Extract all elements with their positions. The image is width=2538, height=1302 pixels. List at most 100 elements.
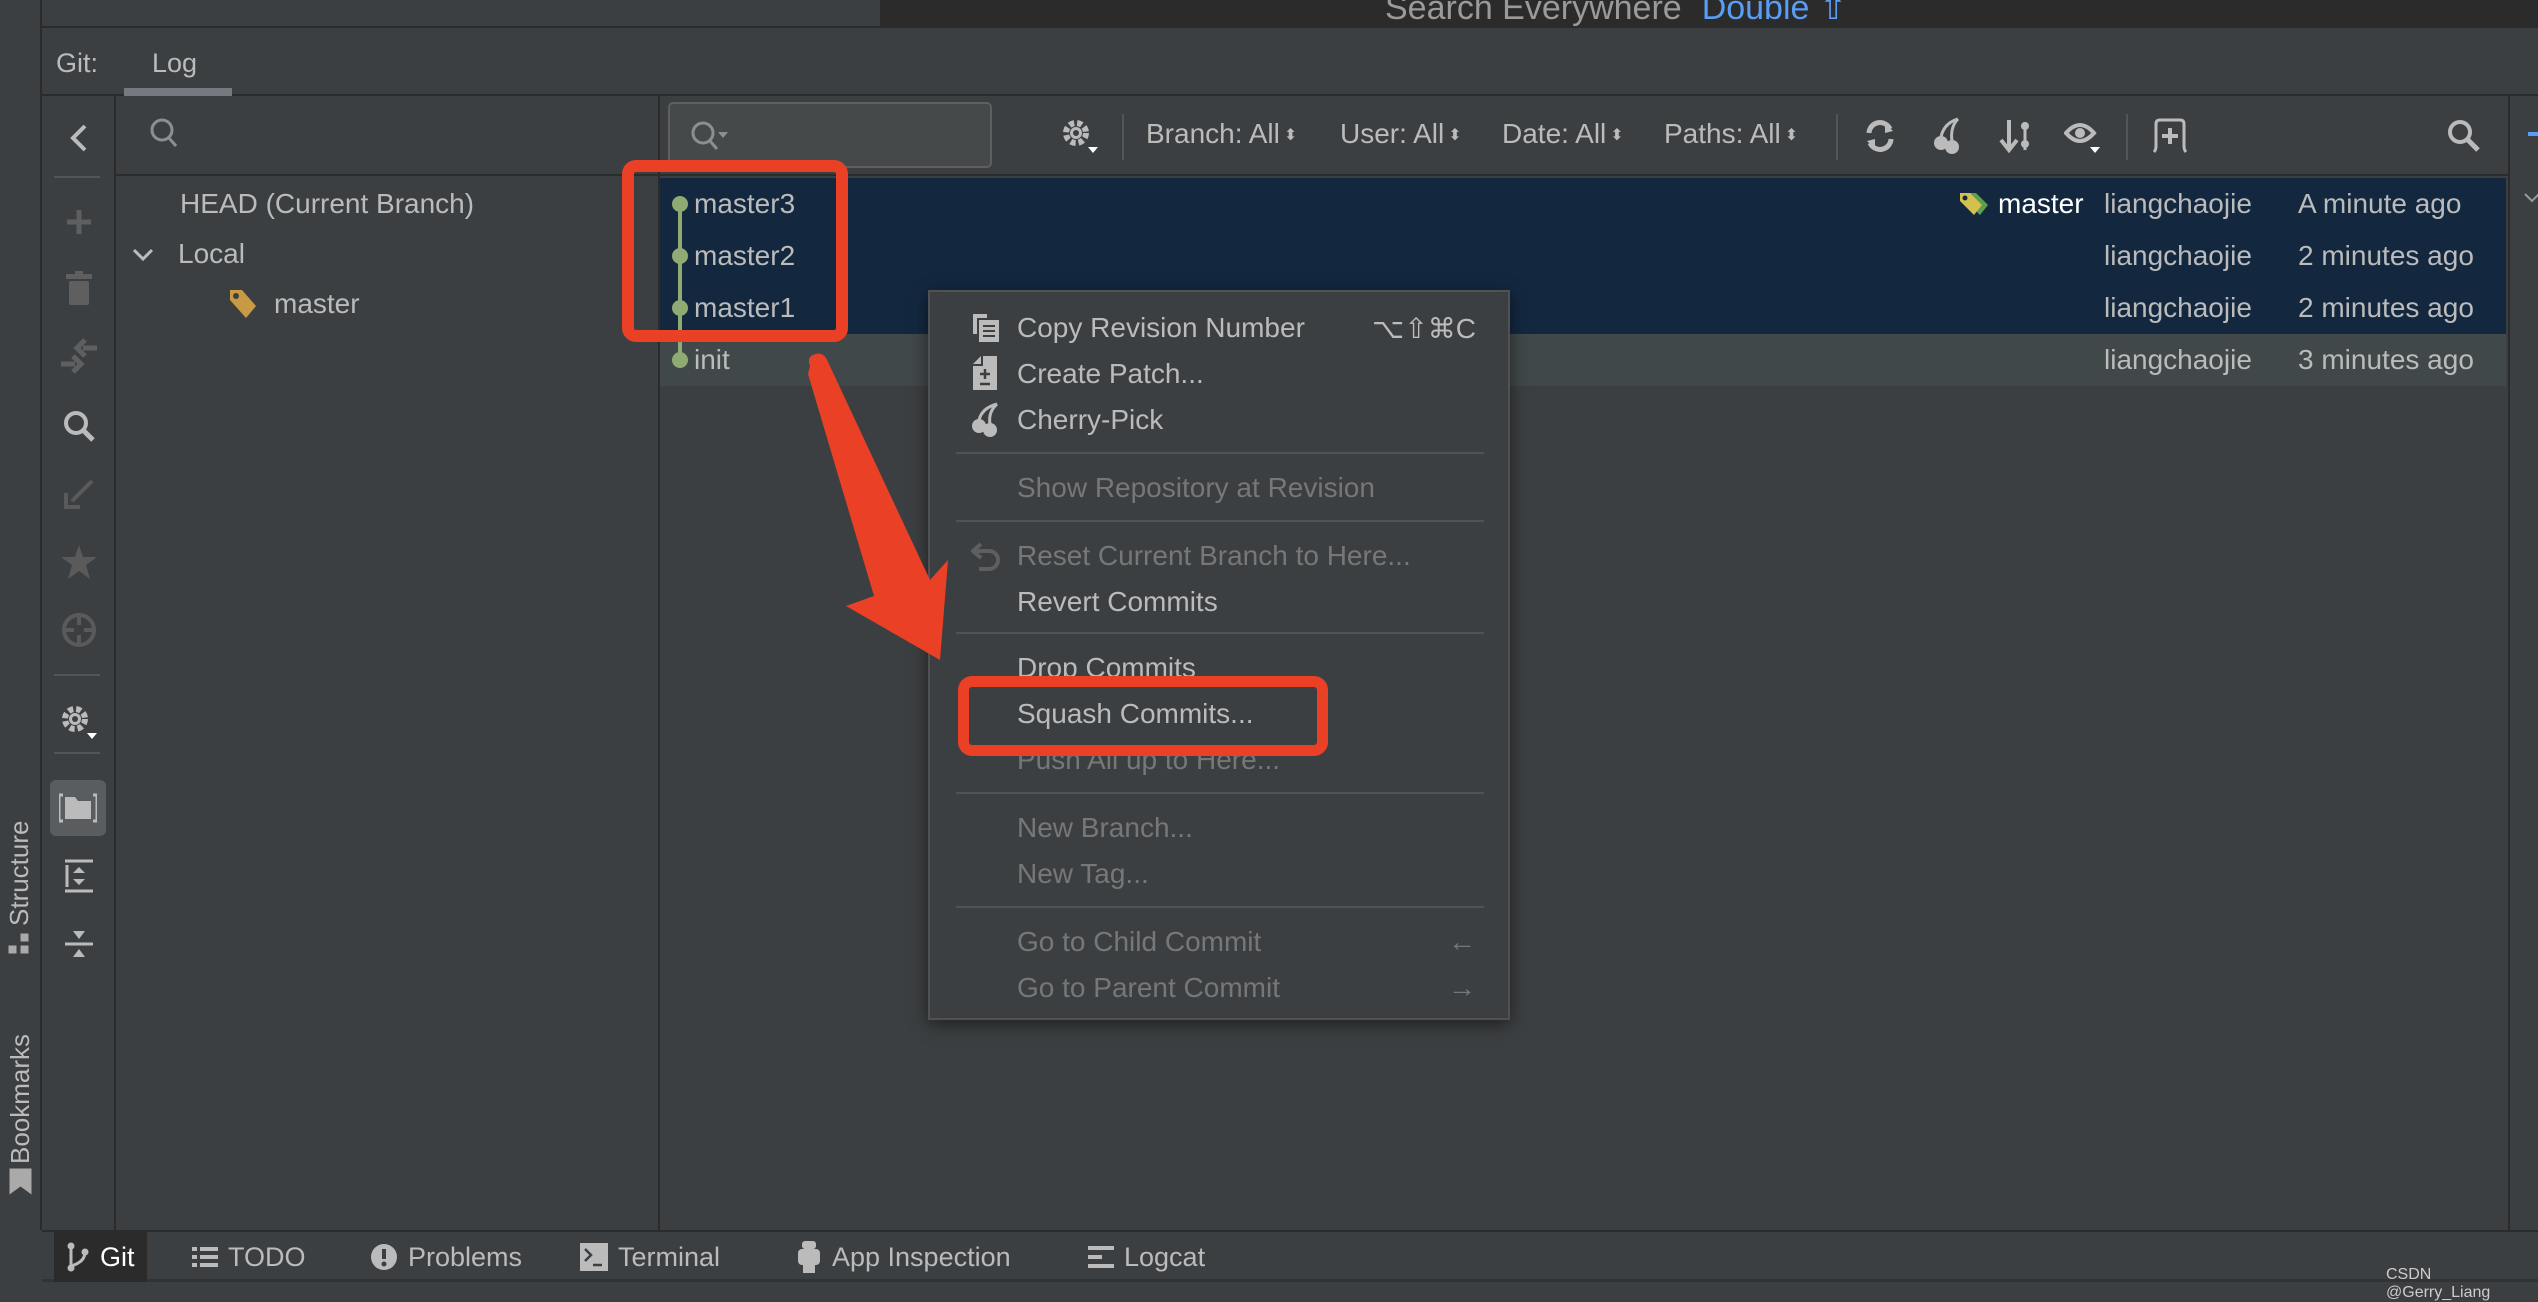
commit-graph-line bbox=[678, 204, 682, 360]
open-in-new-tab-button[interactable] bbox=[2146, 112, 2194, 160]
bottom-tab-label: App Inspection bbox=[832, 1241, 1011, 1272]
menu-item-revert-commits[interactable]: Revert Commits bbox=[930, 580, 1508, 624]
commit-row[interactable]: master2 liangchaojie 2 minutes ago bbox=[660, 230, 2506, 282]
bottom-tab-app-inspection[interactable]: App Inspection bbox=[784, 1232, 1023, 1282]
navigate-button[interactable] bbox=[42, 602, 116, 658]
menu-item-go-to-child-commit[interactable]: Go to Child Commit ← bbox=[930, 920, 1508, 964]
commit-message: master2 bbox=[694, 240, 796, 271]
menu-item-label: Drop Commits bbox=[1017, 652, 1196, 683]
branch-tag-icon bbox=[1960, 193, 1988, 215]
menu-item-show-repository-at-revision[interactable]: Show Repository at Revision bbox=[930, 466, 1508, 510]
date-filter-dropdown[interactable]: Date: All ⬍ bbox=[1502, 118, 1624, 150]
tree-item-label: HEAD (Current Branch) bbox=[180, 188, 475, 219]
settings-button[interactable] bbox=[42, 694, 116, 750]
tab-log-label: Log bbox=[152, 48, 198, 78]
search-everywhere-label: Search Everywhere bbox=[1385, 0, 1682, 27]
menu-item-label: Go to Parent Commit bbox=[1017, 972, 1280, 1003]
separator bbox=[54, 176, 100, 178]
commit-author: liangchaojie bbox=[2104, 344, 2252, 375]
bottom-tab-todo[interactable]: TODO bbox=[180, 1232, 318, 1282]
menu-item-cherry-pick[interactable]: Cherry-Pick bbox=[930, 398, 1508, 442]
search-icon bbox=[2448, 120, 2480, 152]
menu-item-push-all-up-to-here[interactable]: Push All up to Here... bbox=[930, 738, 1508, 782]
tree-item-head[interactable]: HEAD (Current Branch) bbox=[180, 188, 474, 220]
bookmarks-tool-button[interactable]: Bookmarks bbox=[4, 1034, 37, 1196]
annotation-arrow bbox=[808, 353, 948, 660]
collapse-button[interactable] bbox=[42, 110, 116, 166]
problems-icon bbox=[371, 1244, 397, 1270]
branch-search-input[interactable] bbox=[116, 96, 658, 176]
menu-item-label: Cherry-Pick bbox=[1017, 404, 1164, 435]
search-commits-button[interactable] bbox=[2440, 112, 2488, 160]
branch-filter-dropdown[interactable]: Branch: All ⬍ bbox=[1146, 118, 1297, 150]
menu-item-new-branch[interactable]: New Branch... bbox=[930, 806, 1508, 850]
menu-item-copy-revision-number[interactable]: Copy Revision Number ⌥⇧⌘C bbox=[930, 306, 1508, 350]
refresh-icon bbox=[1866, 120, 1894, 152]
checkout-arrow-icon bbox=[64, 479, 94, 509]
group-by-directory-toggle[interactable] bbox=[50, 780, 106, 836]
bottom-tab-git[interactable]: Git bbox=[54, 1232, 147, 1282]
updown-icon: ⬍ bbox=[1448, 127, 1462, 144]
favorite-button[interactable] bbox=[42, 534, 116, 590]
menu-item-new-tag[interactable]: New Tag... bbox=[930, 852, 1508, 896]
menu-item-go-to-parent-commit[interactable]: Go to Parent Commit → bbox=[930, 966, 1508, 1010]
menu-item-label: Reset Current Branch to Here... bbox=[1017, 540, 1411, 571]
menu-item-drop-commits[interactable]: Drop Commits bbox=[930, 646, 1508, 690]
commit-message: master3 bbox=[694, 188, 796, 219]
context-menu: Copy Revision Number ⌥⇧⌘C Create Patch..… bbox=[928, 290, 1510, 1020]
updown-icon: ⬍ bbox=[1610, 127, 1624, 144]
sort-button[interactable] bbox=[1992, 112, 2040, 160]
bottom-tool-bar: Git TODO Problems Terminal App Inspectio… bbox=[42, 1230, 2538, 1282]
commit-filter-input[interactable] bbox=[668, 102, 992, 168]
bottom-tab-label: Logcat bbox=[1124, 1241, 1206, 1272]
watermark: CSDN @Gerry_Liang bbox=[2386, 1266, 2491, 1301]
menu-item-label: Revert Commits bbox=[1017, 586, 1218, 617]
menu-item-squash-commits[interactable]: Squash Commits... bbox=[930, 692, 1508, 736]
collapse-all-button[interactable] bbox=[42, 916, 116, 972]
menu-item-create-patch[interactable]: Create Patch... bbox=[930, 352, 1508, 396]
tab-log[interactable]: Log bbox=[124, 26, 232, 96]
commit-message: master1 bbox=[694, 292, 796, 323]
commit-row[interactable]: master3 master liangchaojie A minute ago bbox=[660, 178, 2506, 230]
branch-ref-label: master bbox=[1998, 188, 2084, 219]
tree-item-local[interactable]: Local bbox=[132, 238, 245, 270]
chevron-down-icon[interactable] bbox=[2524, 192, 2538, 204]
tree-item-label: Local bbox=[178, 238, 245, 269]
menu-item-label: Create Patch... bbox=[1017, 358, 1204, 389]
log-settings-button[interactable] bbox=[1056, 112, 1104, 160]
delete-branch-button[interactable] bbox=[42, 260, 116, 316]
bottom-tab-problems[interactable]: Problems bbox=[358, 1232, 534, 1282]
updown-icon: ⬍ bbox=[1283, 127, 1298, 144]
search-icon bbox=[64, 411, 95, 442]
update-button[interactable] bbox=[42, 466, 116, 522]
log-toolbar: Branch: All ⬍ User: All ⬍ Date: All ⬍ Paths… bbox=[660, 96, 2508, 176]
eye-icon bbox=[2064, 123, 2100, 153]
tree-item-master[interactable]: master bbox=[228, 288, 360, 320]
paths-filter-dropdown[interactable]: Paths: All ⬍ bbox=[1664, 118, 1798, 150]
git-branch-icon bbox=[67, 1242, 89, 1272]
separator bbox=[1122, 114, 1124, 160]
view-options-button[interactable] bbox=[2060, 112, 2108, 160]
chevron-left-icon bbox=[70, 124, 87, 152]
new-branch-button[interactable] bbox=[42, 194, 116, 250]
bottom-tab-logcat[interactable]: Logcat bbox=[1076, 1232, 1217, 1282]
commit-graph-node bbox=[672, 300, 688, 316]
bottom-tab-terminal[interactable]: Terminal bbox=[568, 1232, 732, 1282]
search-branches-button[interactable] bbox=[42, 398, 116, 454]
status-bar bbox=[0, 1282, 2538, 1298]
refresh-button[interactable] bbox=[1856, 112, 1904, 160]
structure-label: Structure bbox=[4, 820, 34, 927]
user-filter-dropdown[interactable]: User: All ⬍ bbox=[1340, 118, 1462, 150]
menu-item-reset-current-branch[interactable]: Reset Current Branch to Here... bbox=[930, 534, 1508, 578]
separator bbox=[54, 674, 100, 676]
commit-author: liangchaojie bbox=[2104, 188, 2252, 219]
structure-tool-button[interactable]: Structure bbox=[4, 821, 35, 959]
expand-all-button[interactable] bbox=[42, 848, 116, 904]
cherry-pick-button[interactable] bbox=[1924, 112, 1972, 160]
menu-separator bbox=[956, 452, 1484, 454]
bottom-tab-label: Git bbox=[100, 1241, 135, 1272]
expand-all-icon bbox=[65, 859, 93, 893]
menu-item-label: New Branch... bbox=[1017, 812, 1193, 843]
compare-button[interactable] bbox=[42, 328, 116, 384]
plus-icon bbox=[67, 210, 91, 234]
